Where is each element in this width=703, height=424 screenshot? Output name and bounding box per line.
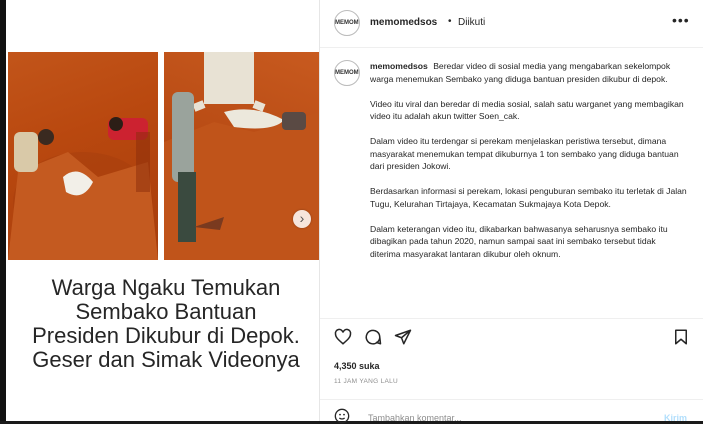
photo-digging-left <box>8 52 158 260</box>
caption-avatar[interactable]: MEMOMEDSOS <box>334 60 360 86</box>
post-media: › Warga Ngaku Temukan Sembako Bantuan Pr… <box>6 0 320 421</box>
caption-paragraph: memomedsos Beredar video di sosial media… <box>370 60 688 85</box>
send-icon[interactable] <box>394 328 412 346</box>
bookmark-icon[interactable] <box>672 328 690 346</box>
caption-paragraph: Video itu viral dan beredar di media sos… <box>370 98 684 122</box>
username-link[interactable]: memomedsos <box>370 17 437 28</box>
more-options-icon[interactable]: ••• <box>672 12 690 28</box>
headline-line: Sembako Bantuan <box>75 299 257 324</box>
separator-dot: • <box>448 16 452 27</box>
media-headline: Warga Ngaku Temukan Sembako Bantuan Pres… <box>16 276 316 372</box>
post-side-panel: MEMOMEDSOS memomedsos • Diikuti ••• MEMO… <box>320 0 703 424</box>
headline-line: Presiden Dikubur di Depok. <box>32 323 300 348</box>
comment-bar: Tambahkan komentar... Kirim <box>320 399 703 424</box>
headline-line: Geser dan Simak Videonya <box>32 347 300 372</box>
caption-area[interactable]: MEMOMEDSOS memomedsos Beredar video di s… <box>320 48 703 312</box>
smiley-icon[interactable] <box>334 408 350 424</box>
headline-line: Warga Ngaku Temukan <box>51 275 281 300</box>
post-timestamp[interactable]: 11 JAM YANG LALU <box>334 378 398 385</box>
comment-input[interactable]: Tambahkan komentar... <box>368 413 462 423</box>
post-header: MEMOMEDSOS memomedsos • Diikuti ••• <box>320 0 703 48</box>
caption-text: memomedsos Beredar video di sosial media… <box>370 60 688 273</box>
heart-icon[interactable] <box>334 328 352 346</box>
action-bar <box>320 318 703 357</box>
follow-status-button[interactable]: Diikuti <box>458 17 485 28</box>
instagram-post-modal: › Warga Ngaku Temukan Sembako Bantuan Pr… <box>6 0 703 424</box>
photo-digging-right <box>164 52 319 260</box>
post-comment-button[interactable]: Kirim <box>664 413 687 423</box>
scene-illustration-right <box>164 52 319 260</box>
next-slide-button[interactable]: › <box>293 210 311 228</box>
caption-paragraph: Dalam keterangan video itu, dikabarkan b… <box>370 223 668 259</box>
caption-username[interactable]: memomedsos <box>370 61 428 71</box>
caption-paragraph: Dalam video itu terdengar si perekam men… <box>370 136 679 171</box>
chevron-right-icon: › <box>299 210 305 226</box>
comment-icon[interactable] <box>364 328 382 346</box>
avatar[interactable]: MEMOMEDSOS <box>334 10 360 36</box>
caption-paragraph: Berdasarkan informasi si perekam, lokasi… <box>370 186 687 209</box>
like-count[interactable]: 4,350 suka <box>334 361 380 371</box>
scene-illustration-left <box>8 117 158 260</box>
